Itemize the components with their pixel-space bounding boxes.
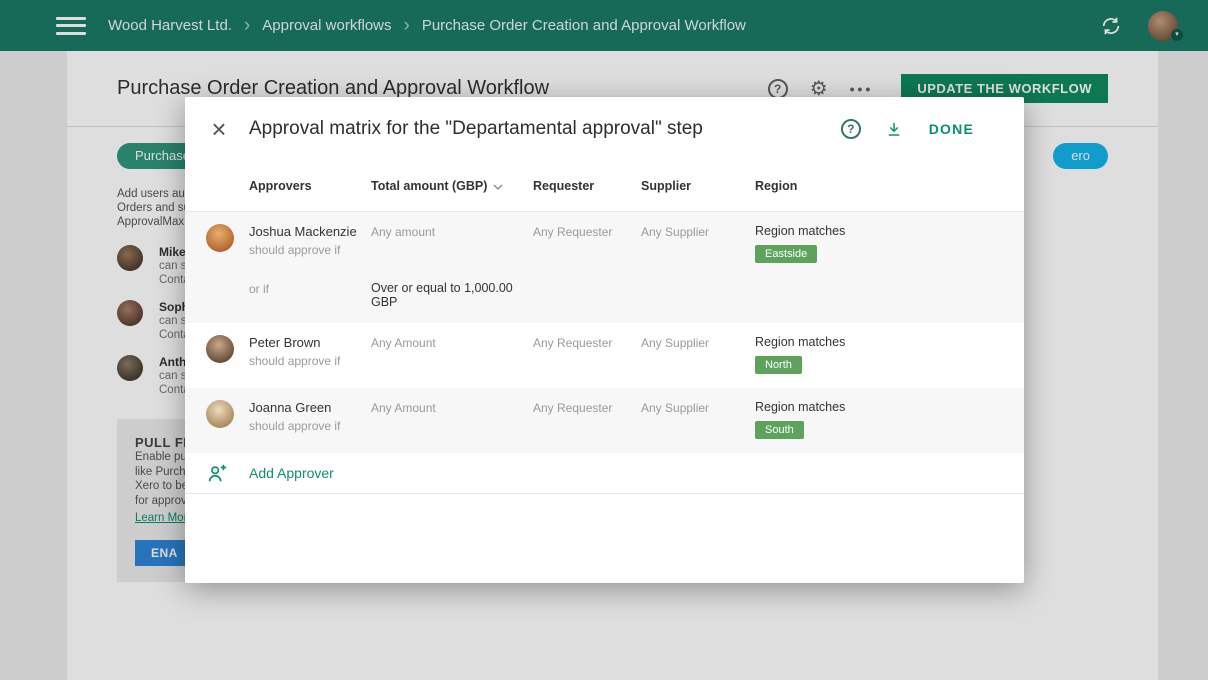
region-tag: North (755, 356, 802, 374)
approver-name: Joanna Green (249, 400, 371, 415)
region-condition-label: Region matches (755, 400, 1000, 414)
region-tag: Eastside (755, 245, 817, 263)
approver-condition-label: should approve if (249, 354, 371, 368)
region-condition-label: Region matches (755, 335, 1000, 349)
or-amount-condition[interactable]: Over or equal to 1,000.00 GBP (371, 281, 533, 309)
close-icon[interactable]: × (207, 117, 231, 141)
amount-condition[interactable]: Any Amount (371, 400, 533, 439)
modal-title: Approval matrix for the "Departamental a… (249, 118, 703, 140)
matrix-rows: Joshua Mackenzie should approve if Any a… (185, 211, 1024, 494)
approver-condition-label: should approve if (249, 243, 371, 257)
modal-actions: ? DONE (841, 119, 974, 139)
download-icon[interactable] (885, 120, 903, 138)
or-if-label: or if (249, 281, 371, 309)
amount-condition[interactable]: Any amount (371, 224, 533, 263)
supplier-condition[interactable]: Any Supplier (641, 335, 755, 374)
add-approver-label: Add Approver (249, 465, 334, 481)
supplier-condition[interactable]: Any Supplier (641, 224, 755, 263)
supplier-condition[interactable]: Any Supplier (641, 400, 755, 439)
column-header-amount[interactable]: Total amount (GBP) (371, 179, 533, 193)
region-condition-label: Region matches (755, 224, 1000, 238)
amount-condition[interactable]: Any Amount (371, 335, 533, 374)
add-approver-button[interactable]: Add Approver (185, 453, 1024, 494)
table-row: Peter Brown should approve if Any Amount… (185, 323, 1024, 388)
column-header-requester: Requester (533, 179, 641, 193)
help-icon[interactable]: ? (841, 119, 861, 139)
sort-chevron-icon (493, 184, 503, 190)
app-screen: Wood Harvest Ltd. › Approval workflows ›… (0, 0, 1208, 680)
column-header-approvers: Approvers (249, 179, 371, 193)
avatar (206, 400, 234, 428)
approver-name: Joshua Mackenzie (249, 224, 371, 239)
add-approver-icon (206, 462, 249, 484)
modal-header: × Approval matrix for the "Departamental… (185, 97, 1024, 161)
approval-matrix-modal: × Approval matrix for the "Departamental… (185, 97, 1024, 583)
column-header-region: Region (755, 179, 1000, 193)
avatar (206, 224, 234, 252)
column-header-supplier: Supplier (641, 179, 755, 193)
region-tag: South (755, 421, 804, 439)
matrix-column-headers: Approvers Total amount (GBP) Requester S… (185, 161, 1024, 211)
requester-condition[interactable]: Any Requester (533, 400, 641, 439)
avatar (206, 335, 234, 363)
approver-condition-label: should approve if (249, 419, 371, 433)
requester-condition[interactable]: Any Requester (533, 335, 641, 374)
done-button[interactable]: DONE (929, 121, 974, 137)
approver-name: Peter Brown (249, 335, 371, 350)
table-row: Joanna Green should approve if Any Amoun… (185, 388, 1024, 453)
requester-condition[interactable]: Any Requester (533, 224, 641, 263)
table-row: Joshua Mackenzie should approve if Any a… (185, 212, 1024, 323)
